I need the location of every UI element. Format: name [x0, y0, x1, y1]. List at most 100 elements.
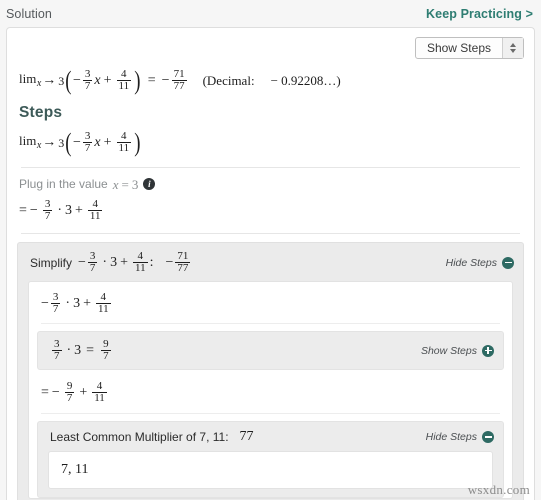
simplify-card-header: Simplify − 3 7 · 3 + 4 11 : − 71 77 Hide… [18, 243, 523, 281]
denominator: 7 [82, 80, 93, 92]
lcm-value: 77 [239, 429, 254, 444]
minus-sign: − [41, 295, 49, 311]
denominator: 7 [82, 142, 93, 154]
fraction-four-elevenths: 4 11 [116, 131, 132, 154]
factor-three: 3 [64, 202, 72, 218]
product-toggle-label: Show Steps [420, 344, 477, 357]
after-product-expression-row: = − 9 7 + 4 11 [29, 370, 512, 411]
decimal-readout: (Decimal: − 0.92208…) [203, 74, 341, 87]
denominator: 11 [87, 210, 103, 222]
solution-expression-row: limx → 3 ( − 3 7 x + 4 11 ) = − 71 77 (D… [7, 59, 534, 98]
show-steps-select[interactable]: Show Steps [414, 37, 524, 59]
plus-sign: + [79, 384, 88, 400]
factor-three: 3 [110, 254, 118, 270]
numerator: 9 [66, 380, 73, 392]
numerator: 3 [52, 291, 59, 303]
updown-arrows-icon[interactable] [502, 38, 523, 58]
product-show-steps-toggle[interactable]: Show Steps [420, 344, 494, 357]
numerator: 4 [92, 198, 98, 210]
substituted-expression-row: = − 3 7 · 3 + 4 11 [7, 191, 534, 226]
info-icon[interactable]: i [143, 178, 156, 190]
minus-circle-icon [502, 256, 514, 269]
lim-approach-value: 3 [58, 73, 65, 88]
minus-sign: − [78, 254, 86, 270]
lcm-hide-steps-toggle[interactable]: Hide Steps [426, 431, 494, 443]
fraction-four-elevenths: 4 11 [133, 251, 148, 274]
denominator: 7 [42, 210, 53, 222]
multiplication-dot: · [102, 254, 108, 270]
plug-in-text: Plug in the value [19, 177, 108, 191]
fraction-result: 71 77 [175, 250, 191, 274]
fraction-three-sevenths: 3 7 [42, 199, 53, 222]
lcm-step-card: Least Common Multiplier of 7, 11: 77 Hid… [37, 421, 504, 498]
numerator: 4 [96, 380, 103, 392]
lim-label: lim [19, 71, 37, 86]
numerator: 4 [137, 250, 144, 262]
minus-sign: − [72, 72, 81, 88]
lim-label: lim [19, 133, 37, 148]
lim-arrow: → [42, 72, 57, 88]
minus-sign-result: − [165, 254, 174, 270]
denominator: 7 [101, 350, 111, 362]
denominator: 7 [52, 350, 62, 362]
minus-sign: − [72, 134, 81, 150]
numerator: 3 [89, 250, 96, 262]
equals-sign: = [41, 384, 49, 400]
simplify-label: Simplify [30, 255, 73, 270]
equals-sign: = [121, 176, 129, 192]
fraction-four-elevenths: 4 11 [87, 198, 103, 222]
plus-sign: + [74, 202, 83, 218]
denominator: 7 [64, 392, 75, 404]
denominator: 11 [133, 262, 148, 274]
numerator: 3 [84, 68, 91, 80]
denominator: 11 [92, 392, 107, 404]
numerator: 4 [100, 291, 107, 303]
steps-expression-row: limx → 3 ( − 3 7 x + 4 11 ) [7, 124, 534, 160]
numerator: 4 [121, 68, 127, 80]
simplify-body-expression-row: − 3 7 · 3 + 4 11 [29, 290, 512, 321]
minus-sign-result: − [161, 72, 170, 88]
divider [41, 413, 500, 414]
numerator: 71 [177, 250, 189, 262]
minus-circle-icon [482, 431, 494, 443]
lcm-card-header: Least Common Multiplier of 7, 11: 77 Hid… [38, 422, 503, 451]
numerator: 9 [103, 338, 109, 350]
denominator: 11 [116, 142, 132, 154]
denominator: 11 [116, 80, 132, 92]
fraction-nine-sevenths: 9 7 [64, 380, 75, 404]
equals-sign: = [19, 202, 27, 218]
divider [41, 323, 500, 324]
fraction-three-sevenths: 3 7 [82, 131, 93, 154]
variable-x: x [94, 72, 101, 88]
numerator: 71 [173, 68, 185, 80]
denominator: 7 [87, 262, 98, 274]
equals-sign: = [147, 72, 156, 88]
variable-x: x [94, 134, 101, 150]
chevron-down-icon [510, 49, 516, 53]
lcm-card-title: Least Common Multiplier of 7, 11: 77 [50, 430, 254, 444]
fraction-four-elevenths: 4 11 [95, 291, 111, 315]
decimal-value: − 0.92208…) [270, 73, 341, 88]
top-bar: Solution Keep Practicing > [0, 0, 541, 27]
toolbar: Show Steps [7, 28, 534, 59]
simplify-toggle-label: Hide Steps [445, 256, 497, 269]
minus-sign: − [51, 384, 60, 400]
keep-practicing-link[interactable]: Keep Practicing > [426, 7, 533, 21]
fraction-four-elevenths: 4 11 [116, 68, 132, 92]
after-product-expression: = − 9 7 + 4 11 [41, 381, 109, 404]
chevron-up-icon [510, 43, 516, 47]
solution-panel: Show Steps limx → 3 ( − 3 7 x + 4 11 ) =… [6, 27, 535, 500]
lim-variable: x [36, 78, 42, 89]
simplify-card-body: − 3 7 · 3 + 4 11 3 7 · 3 = 9 7 Show Step… [28, 281, 513, 499]
simplify-step-card: Simplify − 3 7 · 3 + 4 11 : − 71 77 Hide… [17, 242, 524, 500]
denominator: 77 [171, 80, 187, 92]
page-title: Solution [6, 6, 52, 21]
steps-expression: limx → 3 ( − 3 7 x + 4 11 ) [19, 127, 141, 157]
colon: : [149, 254, 154, 270]
equals-sign: = [86, 342, 95, 358]
fraction-result: 71 77 [171, 68, 187, 92]
simplify-hide-steps-toggle[interactable]: Hide Steps [445, 256, 514, 269]
simplify-body-expression: − 3 7 · 3 + 4 11 [41, 292, 113, 315]
lcm-title-text: Least Common Multiplier of 7, 11: [50, 430, 229, 444]
fraction-three-sevenths: 3 7 [82, 68, 93, 92]
